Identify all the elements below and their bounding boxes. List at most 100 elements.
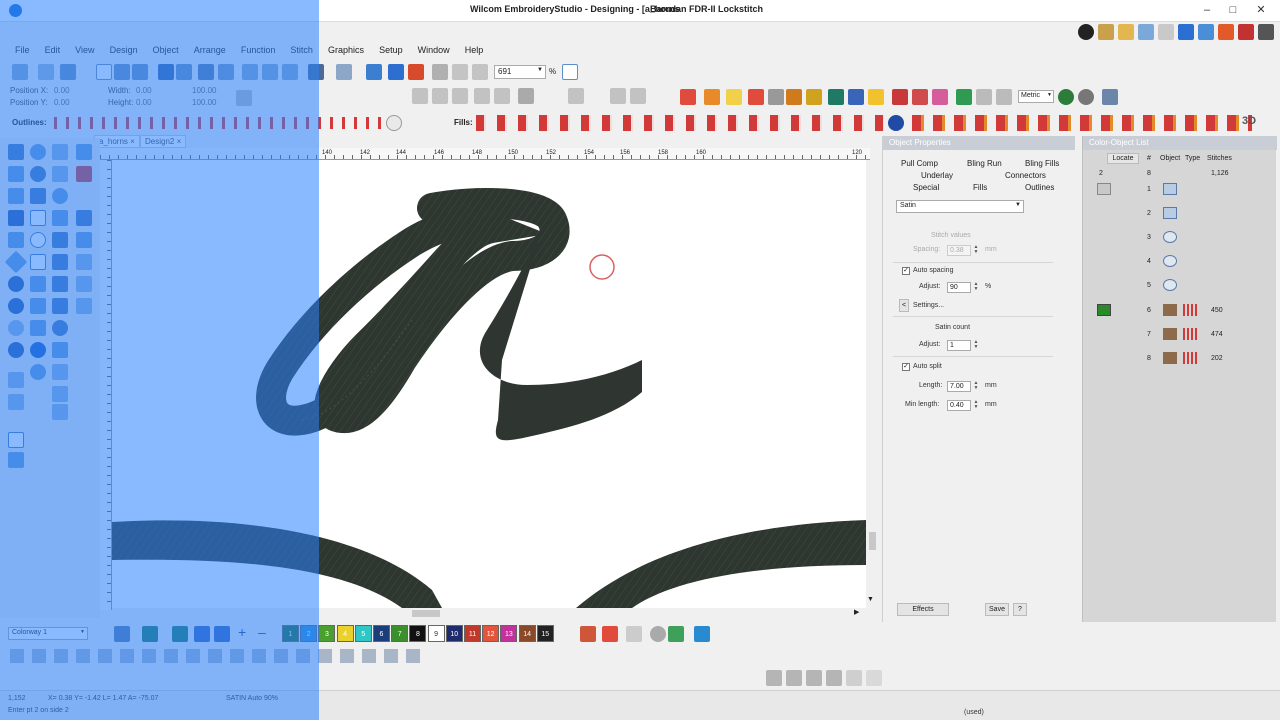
paste-icon[interactable] bbox=[282, 64, 298, 80]
cut-icon[interactable] bbox=[242, 64, 258, 80]
polygon-icon[interactable] bbox=[52, 210, 68, 226]
arrow-shape-icon[interactable] bbox=[52, 254, 68, 270]
polyline-select-icon[interactable] bbox=[30, 144, 46, 160]
auto-spacing-checkbox[interactable]: ✓ bbox=[902, 267, 910, 275]
color-swatch[interactable]: 11 bbox=[464, 625, 481, 642]
travel-icon[interactable] bbox=[366, 64, 382, 80]
skew-icon[interactable] bbox=[474, 88, 490, 104]
horn-right[interactable] bbox=[576, 520, 866, 608]
move-icon[interactable] bbox=[806, 670, 822, 686]
spacing-field[interactable]: 0.38 bbox=[947, 245, 971, 256]
thread-icon[interactable] bbox=[142, 626, 158, 642]
outline-arc-icon[interactable] bbox=[386, 115, 402, 131]
color-block-1-icon[interactable] bbox=[1097, 183, 1111, 195]
color-swatch[interactable]: 13 bbox=[500, 625, 518, 642]
chevron-down-icon[interactable]: ▼ bbox=[867, 596, 874, 603]
adjust-field[interactable]: 90 bbox=[947, 282, 971, 293]
hoop-icon[interactable] bbox=[38, 64, 54, 80]
min-length-field[interactable]: 0.40 bbox=[947, 400, 971, 411]
minimize-icon[interactable]: – bbox=[1196, 2, 1218, 18]
zoom-box-icon[interactable] bbox=[472, 64, 488, 80]
fill-icon[interactable] bbox=[76, 210, 92, 226]
export-icon[interactable] bbox=[1218, 24, 1234, 40]
radio-point-icon[interactable] bbox=[8, 298, 24, 314]
fill-stitch-types[interactable] bbox=[476, 115, 884, 131]
zoom-window-icon[interactable] bbox=[562, 64, 578, 80]
col-type[interactable]: Type bbox=[1185, 155, 1200, 162]
multi-icon[interactable] bbox=[52, 276, 68, 292]
run-icon[interactable] bbox=[768, 89, 784, 105]
add-color-icon[interactable]: + bbox=[238, 624, 246, 640]
reshape-tool-icon[interactable] bbox=[52, 144, 68, 160]
reload-icon[interactable] bbox=[1078, 89, 1094, 105]
pan-vertical-icon[interactable] bbox=[786, 670, 802, 686]
colorway-select[interactable]: Colorway 1 ▼ bbox=[8, 627, 88, 640]
library-icon[interactable] bbox=[1098, 24, 1114, 40]
tab-underlay[interactable]: Underlay bbox=[921, 171, 953, 180]
vertical-scrollbar[interactable]: ▼ bbox=[866, 160, 878, 610]
effects-button[interactable]: Effects bbox=[897, 603, 949, 616]
color-swatch[interactable]: 9 bbox=[427, 625, 445, 642]
crop-icon[interactable] bbox=[8, 452, 24, 468]
pen-icon[interactable] bbox=[8, 372, 24, 388]
color-swatch[interactable]: 14 bbox=[518, 625, 536, 642]
monogram-icon[interactable] bbox=[892, 89, 908, 105]
select-icon[interactable] bbox=[8, 144, 24, 160]
save-icon[interactable] bbox=[158, 64, 174, 80]
shapes-icon[interactable] bbox=[848, 89, 864, 105]
tab-a-horns[interactable]: a_horns × bbox=[94, 135, 140, 148]
circle-tool-2-icon[interactable] bbox=[650, 626, 666, 642]
frame-icon[interactable] bbox=[8, 432, 24, 448]
menu-arrange[interactable]: Arrange bbox=[194, 45, 226, 55]
close-icon[interactable]: ✕ bbox=[1250, 2, 1272, 18]
color-swatch[interactable]: 8 bbox=[409, 625, 427, 642]
scatter-icon[interactable] bbox=[866, 670, 882, 686]
open-icon[interactable] bbox=[114, 64, 130, 80]
wave-icon[interactable] bbox=[52, 166, 68, 182]
color-block-2-icon[interactable] bbox=[1097, 304, 1111, 316]
satin-tool-icon[interactable] bbox=[680, 89, 696, 105]
color-swatch[interactable]: 3 bbox=[318, 625, 336, 642]
reshape-icon[interactable] bbox=[806, 89, 822, 105]
grid-icon[interactable] bbox=[1198, 24, 1214, 40]
ungroup-icon[interactable] bbox=[610, 88, 626, 104]
folder-icon[interactable] bbox=[1118, 24, 1134, 40]
menu-view[interactable]: View bbox=[75, 45, 94, 55]
rectangle-icon[interactable] bbox=[30, 210, 46, 226]
zoom-in-icon[interactable] bbox=[432, 64, 448, 80]
lasso-icon[interactable] bbox=[8, 166, 24, 182]
copy-icon[interactable] bbox=[60, 64, 76, 80]
export-design-icon[interactable] bbox=[176, 64, 192, 80]
appliqué-icon[interactable] bbox=[932, 89, 948, 105]
locate-button[interactable]: Locate bbox=[1107, 153, 1139, 164]
effect-stitch-types[interactable] bbox=[912, 115, 1252, 131]
settings-label[interactable]: Settings... bbox=[913, 302, 944, 309]
color-swatch[interactable]: 7 bbox=[391, 625, 409, 642]
hoop-layout-icon[interactable] bbox=[956, 89, 972, 105]
measure-icon[interactable] bbox=[1058, 89, 1074, 105]
flip-icon[interactable] bbox=[452, 88, 468, 104]
outline-stitch-types[interactable] bbox=[54, 117, 384, 129]
tab-pull-comp[interactable]: Pull Comp bbox=[901, 159, 938, 168]
group-icon[interactable] bbox=[630, 88, 646, 104]
target-icon[interactable] bbox=[8, 320, 24, 336]
cycle-icon[interactable] bbox=[30, 342, 46, 358]
col-number[interactable]: # bbox=[1147, 155, 1151, 162]
save-button[interactable]: Save bbox=[985, 603, 1009, 616]
length-spinner[interactable]: ▲ ▼ bbox=[973, 381, 979, 392]
info-icon[interactable] bbox=[1078, 24, 1094, 40]
menu-function[interactable]: Function bbox=[241, 45, 276, 55]
team-icon[interactable] bbox=[912, 89, 928, 105]
chevron-down-icon[interactable]: ▼ bbox=[537, 67, 543, 73]
scroll-thumb[interactable] bbox=[412, 610, 440, 617]
satin-adjust-field[interactable]: 1 bbox=[947, 340, 971, 351]
stitch-player-icon[interactable] bbox=[388, 64, 404, 80]
pan-horizontal-icon[interactable] bbox=[766, 670, 782, 686]
pointer-settings-icon[interactable] bbox=[1102, 89, 1118, 105]
swap-icon[interactable] bbox=[214, 626, 230, 642]
connector-icon[interactable] bbox=[52, 298, 68, 314]
length-field[interactable]: 7.00 bbox=[947, 381, 971, 392]
position-x-field[interactable]: 0.00 bbox=[54, 86, 70, 95]
adjust-spinner[interactable]: ▲ ▼ bbox=[973, 282, 979, 293]
point-icon[interactable] bbox=[8, 276, 24, 292]
